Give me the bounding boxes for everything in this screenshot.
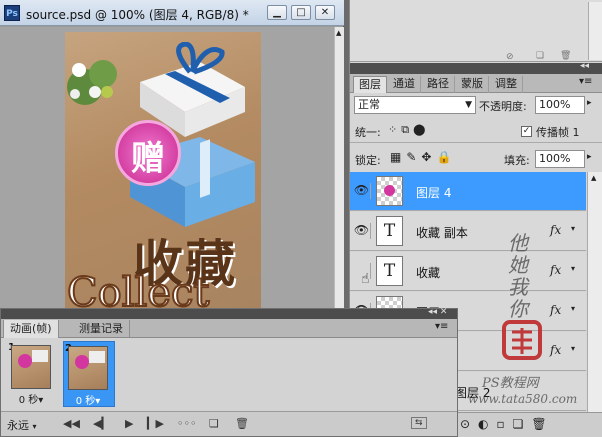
fill-input[interactable]: 100%	[535, 150, 585, 168]
watermark-line1: PS教程网	[482, 376, 539, 391]
thumb-box	[32, 350, 48, 362]
no-icon[interactable]: ⊘	[506, 52, 514, 62]
tab-measurement-log[interactable]: 测量记录	[73, 320, 130, 338]
opacity-input[interactable]: 100%	[535, 96, 585, 114]
fx-icon[interactable]: fx	[550, 343, 561, 357]
layer-name[interactable]: 收藏	[416, 264, 440, 281]
document-scrollbar[interactable]: ▲	[334, 27, 344, 320]
panel-menu-icon[interactable]: ▾≡	[579, 76, 592, 87]
animation-frame[interactable]: 2 0 秒▾	[63, 341, 115, 407]
propagate-checkbox[interactable]: ✓	[521, 126, 532, 137]
canvas-image[interactable]: 赠 收藏 Collect	[65, 32, 261, 320]
photoshop-icon: Ps	[4, 5, 20, 21]
thumb-box	[89, 351, 105, 363]
chevron-down-icon: ▾	[32, 422, 37, 431]
upper-panel: ⊘ ❏ 🗑	[350, 0, 602, 62]
blend-mode-select[interactable]: 正常 ▼	[354, 96, 476, 114]
scroll-up-icon[interactable]: ▲	[336, 29, 341, 37]
collapse-icon[interactable]: ◂◂ ✕	[428, 307, 447, 317]
expand-effects-icon[interactable]: ▾	[571, 344, 575, 353]
lock-icons[interactable]: ▦✎✥🔒	[390, 150, 456, 164]
loop-value: 永远	[7, 419, 29, 432]
previous-frame-icon[interactable]: ◀▎	[93, 417, 110, 430]
animation-panel: ◂◂ ✕ 动画(帧) 测量记录 ▾≡ 1 0 秒▾ 2 0 秒▾ 永远 ▾ ◀◀…	[0, 307, 458, 437]
duplicate-frame-icon[interactable]: ❏	[209, 417, 219, 430]
opacity-arrow-icon[interactable]: ▸	[587, 98, 592, 108]
play-icon[interactable]: ▶	[125, 417, 133, 430]
scroll-up-icon[interactable]: ▲	[591, 174, 596, 182]
expand-effects-icon[interactable]: ▾	[571, 264, 575, 273]
tab-paths[interactable]: 路径	[422, 76, 455, 93]
tab-masks[interactable]: 蒙版	[456, 76, 489, 93]
layer-thumbnail	[376, 176, 403, 206]
document-title: source.psd @ 100% (图层 4, RGB/8) *	[26, 8, 249, 22]
animation-header-strip: ◂◂ ✕	[1, 307, 457, 319]
minimize-button[interactable]: ▁	[267, 5, 287, 20]
gift-tag: 赠	[115, 120, 181, 186]
document-window: Ps source.psd @ 100% (图层 4, RGB/8) * ▁ □…	[0, 0, 344, 320]
hand-cursor-icon: ☝	[361, 271, 370, 287]
loop-select[interactable]: 永远 ▾	[7, 417, 37, 433]
frame-delay[interactable]: 0 秒▾	[64, 392, 112, 407]
watermark-signature: 他她我你	[508, 231, 528, 321]
propagate-label: 传播帧 1	[536, 126, 580, 139]
layer-row[interactable]: T 收藏 fx ▾	[350, 252, 586, 291]
tab-channels[interactable]: 通道	[388, 76, 421, 93]
new-item-icon[interactable]: ❏	[536, 51, 544, 61]
thumb-dot	[384, 185, 395, 196]
layers-scrollbar[interactable]: ▲	[587, 172, 602, 412]
expand-effects-icon[interactable]: ▾	[571, 224, 575, 233]
fill-arrow-icon[interactable]: ▸	[587, 152, 592, 162]
first-frame-icon[interactable]: ◀◀	[63, 417, 80, 430]
fx-icon[interactable]: fx	[550, 223, 561, 237]
close-button[interactable]: ✕	[315, 5, 335, 20]
fx-icon[interactable]: fx	[550, 303, 561, 317]
maximize-button[interactable]: □	[291, 5, 311, 20]
layer-row[interactable]: 👁 图层 4	[350, 172, 586, 211]
fx-icon[interactable]: fx	[550, 263, 561, 277]
watermark-seal	[502, 320, 542, 360]
divider	[350, 142, 602, 143]
document-titlebar[interactable]: Ps source.psd @ 100% (图层 4, RGB/8) * ▁ □…	[0, 0, 344, 26]
animation-frame[interactable]: 1 0 秒▾	[7, 341, 59, 407]
animation-controls: 永远 ▾ ◀◀ ◀▎ ▶ ▎▶ ◦◦◦ ❏ 🗑 ⇆	[1, 411, 457, 436]
animation-tabbar: 动画(帧) 测量记录 ▾≡	[1, 319, 457, 338]
next-frame-icon[interactable]: ▎▶	[147, 417, 164, 430]
lock-label: 锁定:	[355, 154, 381, 167]
fill-label: 填充:	[504, 154, 530, 167]
expand-effects-icon[interactable]: ▾	[571, 304, 575, 313]
tab-animation-frames[interactable]: 动画(帧)	[3, 320, 59, 338]
opacity-label: 不透明度:	[479, 100, 527, 113]
watermark-line2: www.tata580.com	[468, 392, 578, 406]
layer-name[interactable]: 图层 4	[416, 184, 451, 201]
text-layer-icon: T	[376, 256, 403, 286]
unify-icons[interactable]: ⁘⧉⬤	[388, 123, 429, 137]
chevron-down-icon: ▼	[465, 100, 472, 110]
layer-name[interactable]: 收藏 副本	[416, 224, 468, 241]
frame-thumbnail	[11, 345, 51, 389]
text-layer-icon: T	[376, 216, 403, 246]
layers-tabbar: 图层 通道 路径 蒙版 调整 ▾≡	[350, 74, 602, 93]
eye-icon[interactable]: 👁	[353, 183, 371, 199]
frame-delay[interactable]: 0 秒▾	[7, 391, 55, 406]
tab-adjustments[interactable]: 调整	[490, 76, 523, 93]
thumb-tag	[75, 355, 89, 369]
delete-icon[interactable]: 🗑	[560, 51, 571, 61]
upper-scrollbar[interactable]	[588, 2, 602, 60]
panel-menu-icon[interactable]: ▾≡	[435, 321, 448, 332]
unify-label: 统一:	[355, 126, 381, 139]
tween-icon[interactable]: ◦◦◦	[177, 417, 196, 430]
blend-mode-value: 正常	[358, 98, 380, 111]
collapse-icon[interactable]: ◂◂	[580, 61, 589, 71]
gift-tag-text: 赠	[131, 139, 165, 179]
panel-header-strip: ◂◂	[350, 61, 602, 74]
layer-row[interactable]: 👁 T 收藏 副本 fx ▾	[350, 212, 586, 251]
tab-layers[interactable]: 图层	[353, 76, 387, 93]
frame-thumbnail	[68, 346, 108, 390]
delete-frame-icon[interactable]: 🗑	[235, 417, 249, 430]
convert-timeline-icon[interactable]: ⇆	[411, 417, 427, 429]
layer-actions-icons[interactable]: ⊙◐▫❏🗑	[460, 417, 555, 431]
eye-icon[interactable]: 👁	[353, 223, 371, 239]
thumb-tag	[18, 354, 32, 368]
